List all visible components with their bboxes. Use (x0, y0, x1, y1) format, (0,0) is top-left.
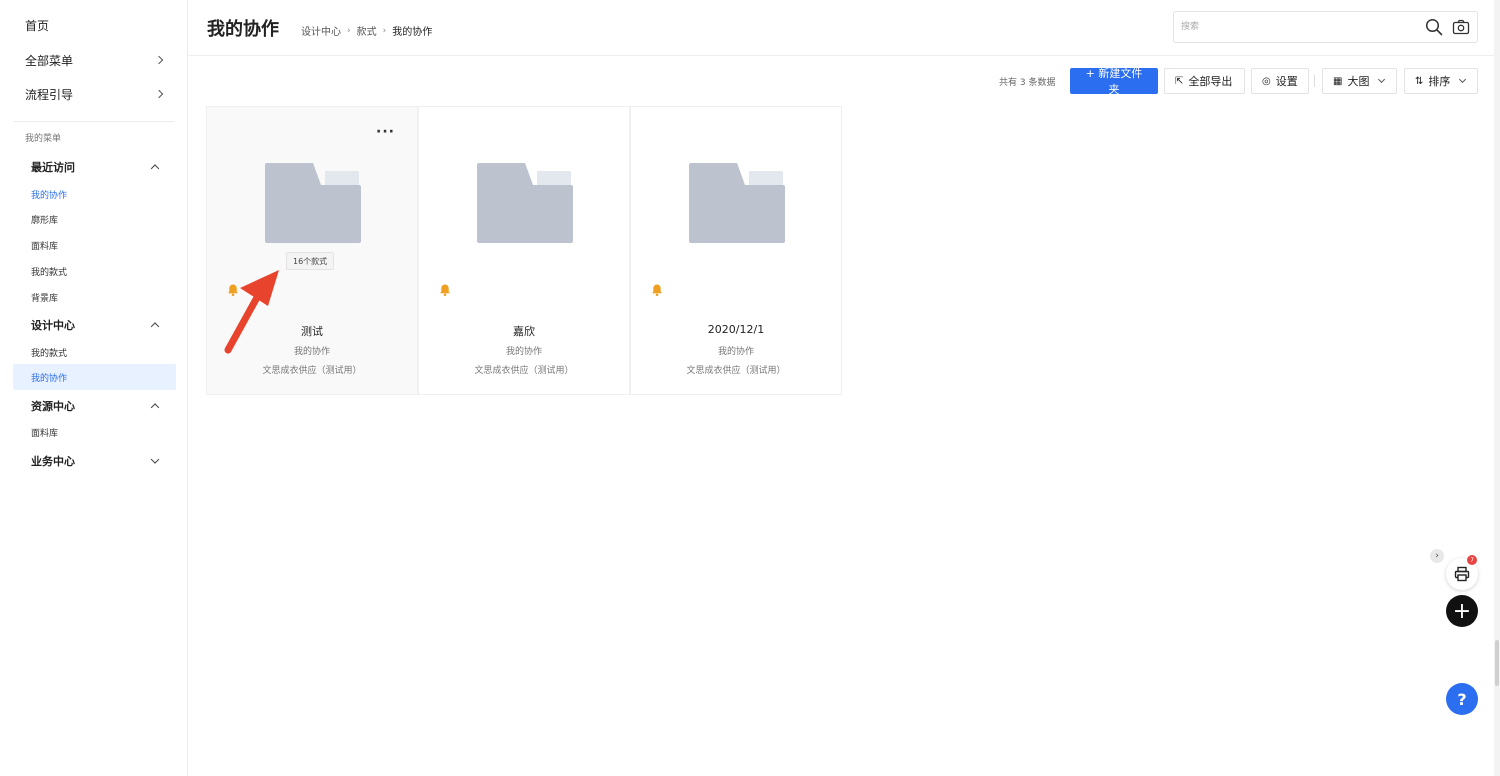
sidebar-item-my-styles[interactable]: 我的款式 (13, 339, 176, 365)
folder-card[interactable]: 嘉欣 我的协作 文思成衣供应（测试用） (418, 106, 630, 395)
toolbar-divider (1314, 75, 1315, 87)
folder-icon (477, 163, 573, 243)
sidebar: 首页 全部菜单 流程引导 我的菜单 最近访问 我的协作 廓形库 面料库 我的款式… (0, 0, 188, 776)
sidebar-item-background-lib[interactable]: 背景库 (13, 284, 176, 310)
folder-supplier: 文思成衣供应（测试用） (262, 366, 362, 376)
bell-icon[interactable] (650, 283, 664, 297)
sort-dropdown[interactable]: ⇅ 排序 (1404, 68, 1478, 94)
settings-icon: ◎ (1262, 75, 1271, 87)
button-label: 大图 (1347, 75, 1370, 88)
chevron-up-icon (150, 164, 160, 173)
folder-name: 嘉欣 (513, 325, 535, 338)
record-count: 共有 3 条数据 (999, 78, 1056, 88)
breadcrumb-item-styles[interactable]: 款式 (357, 23, 377, 38)
sidebar-item-label: 流程引导 (25, 87, 74, 102)
button-label: 排序 (1428, 75, 1451, 88)
folder-card[interactable]: 2020/12/1 我的协作 文思成衣供应（测试用） (630, 106, 842, 395)
view-mode-dropdown[interactable]: ▦ 大图 (1322, 68, 1397, 94)
sidebar-item-label: 我的协作 (31, 373, 68, 384)
page-title: 我的协作 (207, 19, 279, 40)
notification-badge: 7 (1467, 555, 1477, 565)
search-input[interactable] (1174, 12, 1414, 42)
folder-supplier: 文思成衣供应（测试用） (474, 366, 574, 376)
add-button[interactable]: + (1446, 595, 1478, 627)
printer-icon (1454, 566, 1470, 582)
chevron-right-icon (154, 89, 164, 99)
button-label: 设置 (1275, 75, 1298, 88)
folder-icon (265, 163, 361, 243)
camera-icon[interactable] (1452, 18, 1470, 36)
sidebar-item-label: 面料库 (31, 428, 59, 439)
sidebar-item-label: 首页 (25, 18, 50, 33)
sidebar-group-business-center[interactable]: 业务中心 (0, 450, 188, 472)
grid-icon: ▦ (1333, 75, 1343, 87)
sidebar-group-design-center[interactable]: 设计中心 (0, 314, 188, 336)
sidebar-divider (13, 121, 174, 122)
new-folder-button[interactable]: + 新建文件夹 (1070, 67, 1158, 96)
sort-icon: ⇅ (1415, 75, 1424, 87)
breadcrumb-separator-icon: › (382, 25, 387, 36)
sidebar-item-label: 全部菜单 (25, 53, 74, 68)
sidebar-item-my-styles-recent[interactable]: 我的款式 (13, 258, 176, 284)
collapse-toggle-icon[interactable]: › (1430, 549, 1444, 563)
chevron-up-icon (150, 403, 160, 412)
folder-owner: 我的协作 (717, 347, 754, 357)
group-label: 资源中心 (31, 400, 75, 413)
sidebar-item-label: 廓形库 (31, 215, 59, 226)
sidebar-item-silhouette-lib[interactable]: 廓形库 (13, 206, 176, 232)
chevron-up-icon (150, 322, 160, 331)
scrollbar-thumb[interactable] (1495, 640, 1499, 686)
button-label: + 新建文件夹 (1085, 67, 1143, 96)
sidebar-group-resource-center[interactable]: 资源中心 (0, 395, 188, 417)
chevron-down-icon (1378, 75, 1386, 84)
folder-name: 2020/12/1 (707, 323, 765, 336)
sidebar-item-label: 我的款式 (31, 267, 68, 278)
breadcrumb-separator-icon: › (347, 25, 351, 36)
chevron-down-icon (1459, 75, 1467, 84)
sidebar-group-recent[interactable]: 最近访问 (0, 156, 188, 178)
print-button[interactable]: 7 (1446, 555, 1478, 590)
more-options-icon[interactable]: ··· (376, 125, 395, 139)
folder-owner: 我的协作 (505, 347, 542, 357)
annotation-arrow-icon (224, 270, 279, 354)
search-icon[interactable] (1425, 18, 1443, 36)
style-count-badge: 16个款式 (286, 252, 335, 270)
sidebar-item-fabric-lib-recent[interactable]: 面料库 (13, 232, 176, 258)
breadcrumb: 设计中心 › 款式 › 我的协作 (301, 23, 433, 39)
settings-button[interactable]: ◎ 设置 (1251, 68, 1309, 94)
folder-supplier: 文思成衣供应（测试用） (686, 366, 786, 376)
sidebar-item-home[interactable]: 首页 (0, 8, 188, 42)
sidebar-caption: 我的菜单 (25, 134, 62, 144)
sidebar-item-label: 面料库 (31, 241, 59, 252)
chevron-right-icon (154, 55, 164, 65)
breadcrumb-item-current: 我的协作 (392, 27, 433, 38)
group-label: 设计中心 (31, 319, 75, 332)
page-header: 我的协作 设计中心 › 款式 › 我的协作 (188, 0, 1500, 56)
sidebar-item-my-collab-recent[interactable]: 我的协作 (13, 181, 176, 207)
folder-icon (689, 163, 785, 243)
button-label: 全部导出 (1188, 75, 1233, 88)
search-box (1173, 11, 1478, 43)
export-all-button[interactable]: ⇱ 全部导出 (1164, 68, 1245, 94)
export-icon: ⇱ (1175, 75, 1184, 87)
sidebar-item-fabric-lib[interactable]: 面料库 (13, 419, 176, 445)
sidebar-item-my-collab[interactable]: 我的协作 (13, 364, 176, 390)
sidebar-item-label: 背景库 (31, 293, 59, 304)
sidebar-item-flow-guide[interactable]: 流程引导 (0, 77, 188, 111)
sidebar-item-label: 我的协作 (31, 190, 68, 201)
chevron-down-icon (150, 455, 160, 464)
sidebar-item-all-menus[interactable]: 全部菜单 (0, 43, 188, 77)
bell-icon[interactable] (438, 283, 452, 297)
sidebar-item-label: 我的款式 (31, 348, 68, 359)
group-label: 业务中心 (31, 455, 75, 468)
help-button[interactable]: ? (1446, 683, 1478, 715)
group-label: 最近访问 (31, 161, 75, 174)
breadcrumb-item-design-center[interactable]: 设计中心 (301, 23, 341, 38)
